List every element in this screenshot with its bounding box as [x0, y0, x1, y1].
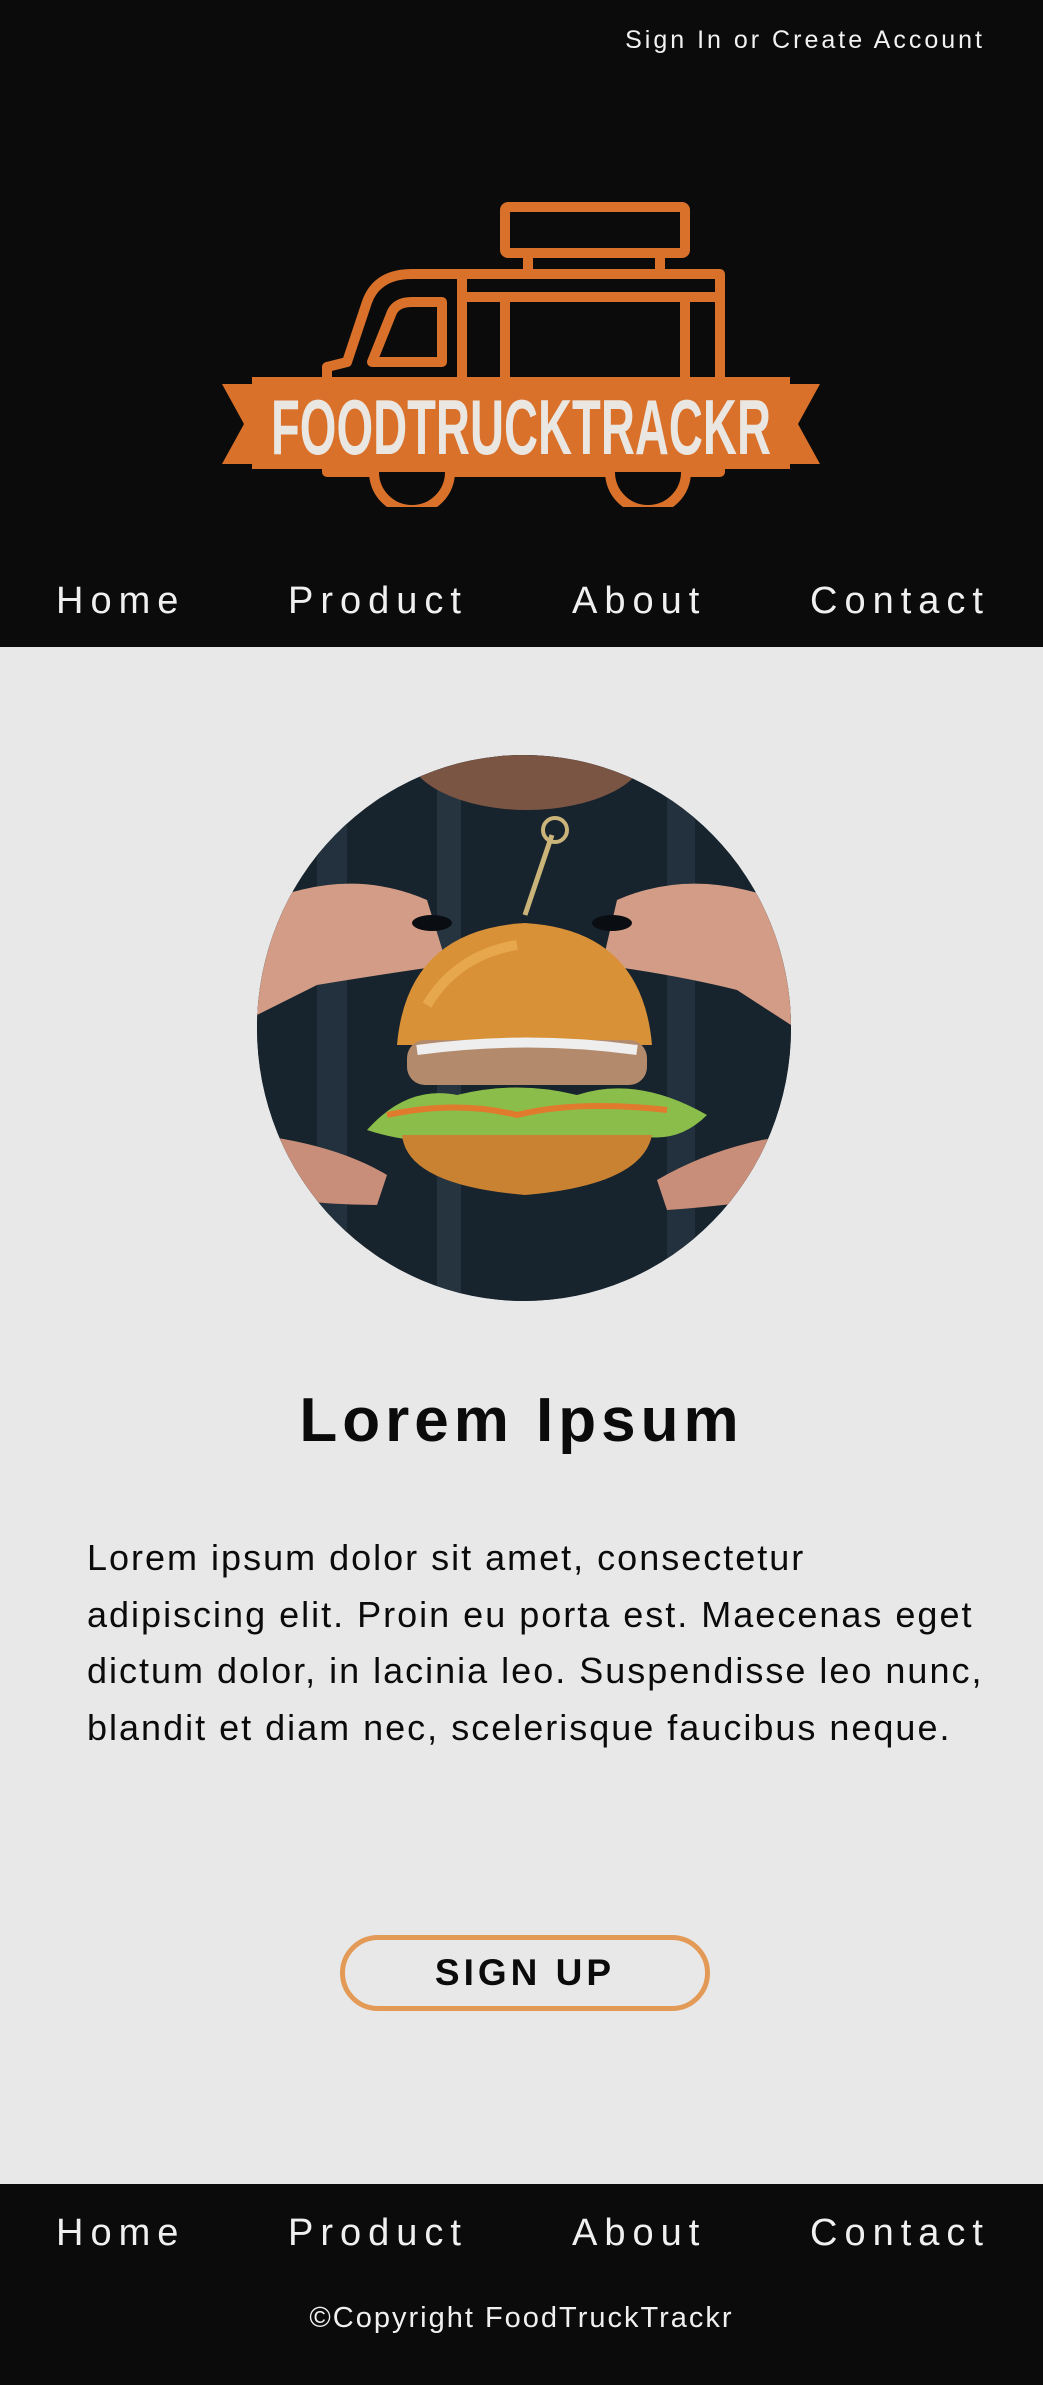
footer-nav-about[interactable]: About — [572, 2212, 706, 2255]
nav-about[interactable]: About — [572, 580, 706, 623]
signin-link[interactable]: Sign In or Create Account — [625, 26, 985, 55]
hero-image — [257, 755, 791, 1301]
footer-nav: Home Product About Contact — [0, 2212, 1043, 2272]
signup-button[interactable]: SIGN UP — [340, 1935, 710, 2011]
footer-nav-product[interactable]: Product — [288, 2212, 468, 2255]
nav-contact[interactable]: Contact — [810, 580, 990, 623]
page-title: Lorem Ipsum — [299, 1386, 744, 1455]
copyright-text: ©Copyright FoodTruckTrackr — [309, 2302, 734, 2334]
foodtrucktrackr-logo[interactable]: FOODTRUCKTRACKR — [222, 202, 820, 507]
top-nav: Home Product About Contact — [0, 580, 1043, 640]
burger-photo — [257, 755, 791, 1301]
footer-nav-home[interactable]: Home — [56, 2212, 185, 2255]
site-header: Sign In or Create Account FOODTRUCKTRACK… — [0, 0, 1043, 647]
footer-nav-contact[interactable]: Contact — [810, 2212, 990, 2255]
nav-product[interactable]: Product — [288, 580, 468, 623]
nav-home[interactable]: Home — [56, 580, 185, 623]
body-paragraph: Lorem ipsum dolor sit amet, consectetur … — [87, 1537, 984, 1748]
logo-text: FOODTRUCKTRACKR — [271, 383, 771, 471]
